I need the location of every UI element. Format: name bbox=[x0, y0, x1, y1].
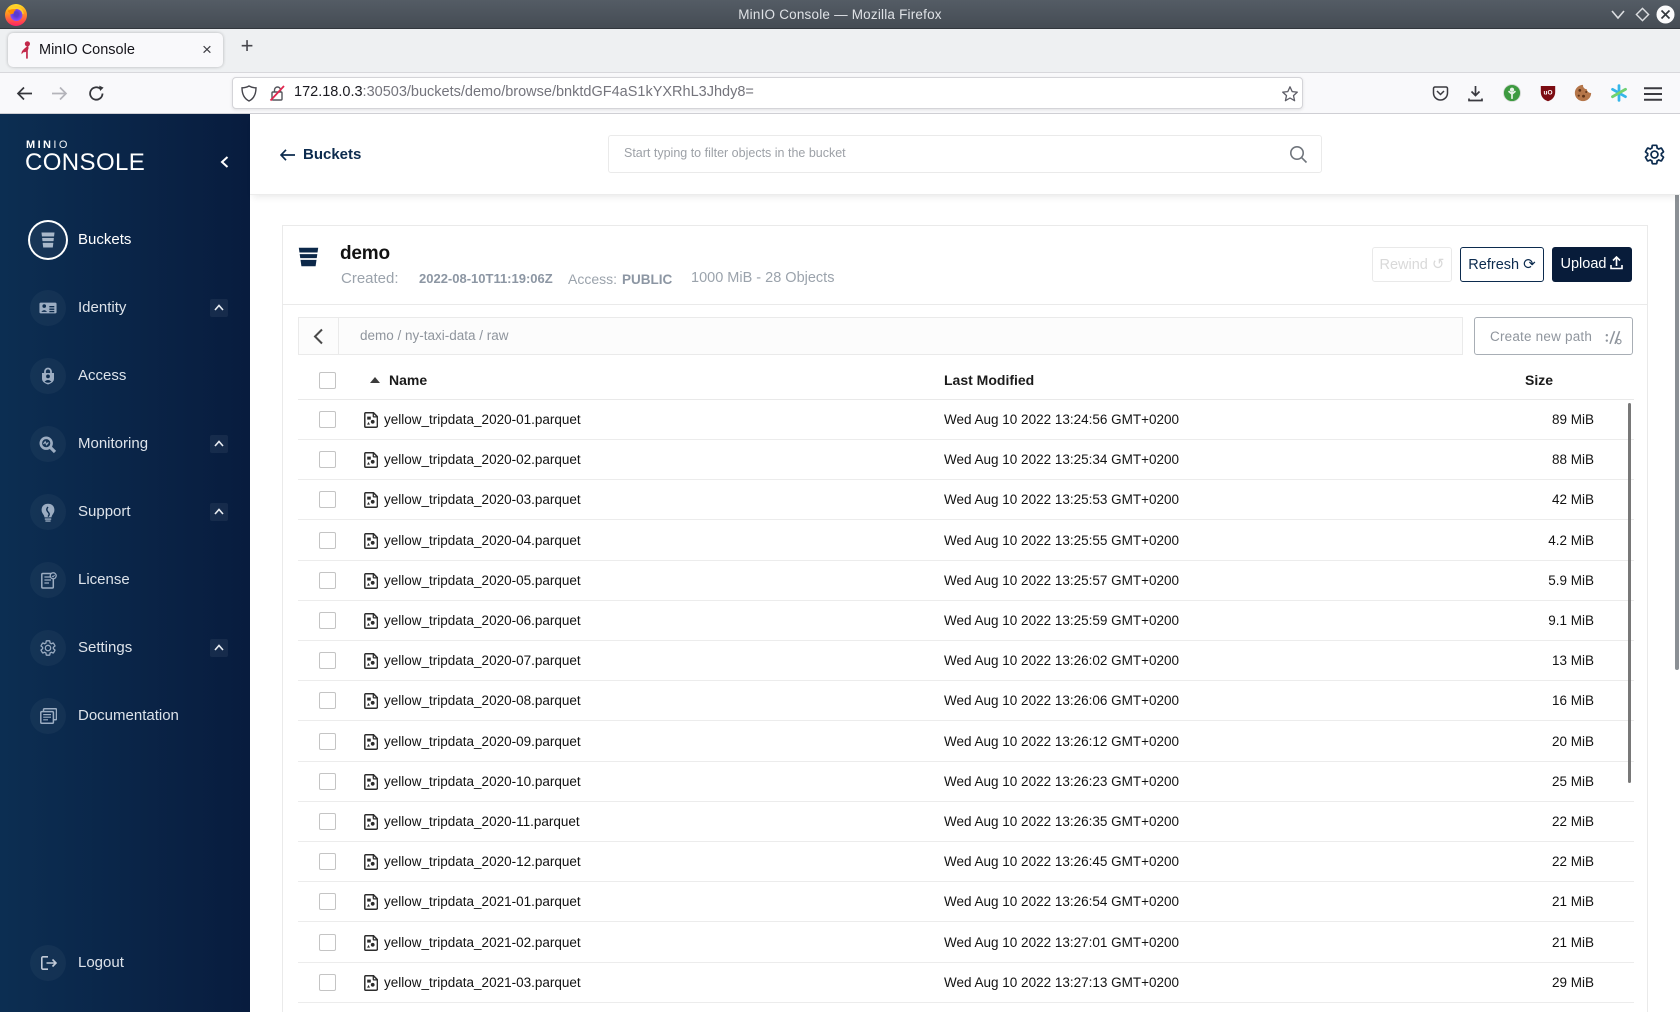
svg-text:uO: uO bbox=[1543, 90, 1552, 97]
